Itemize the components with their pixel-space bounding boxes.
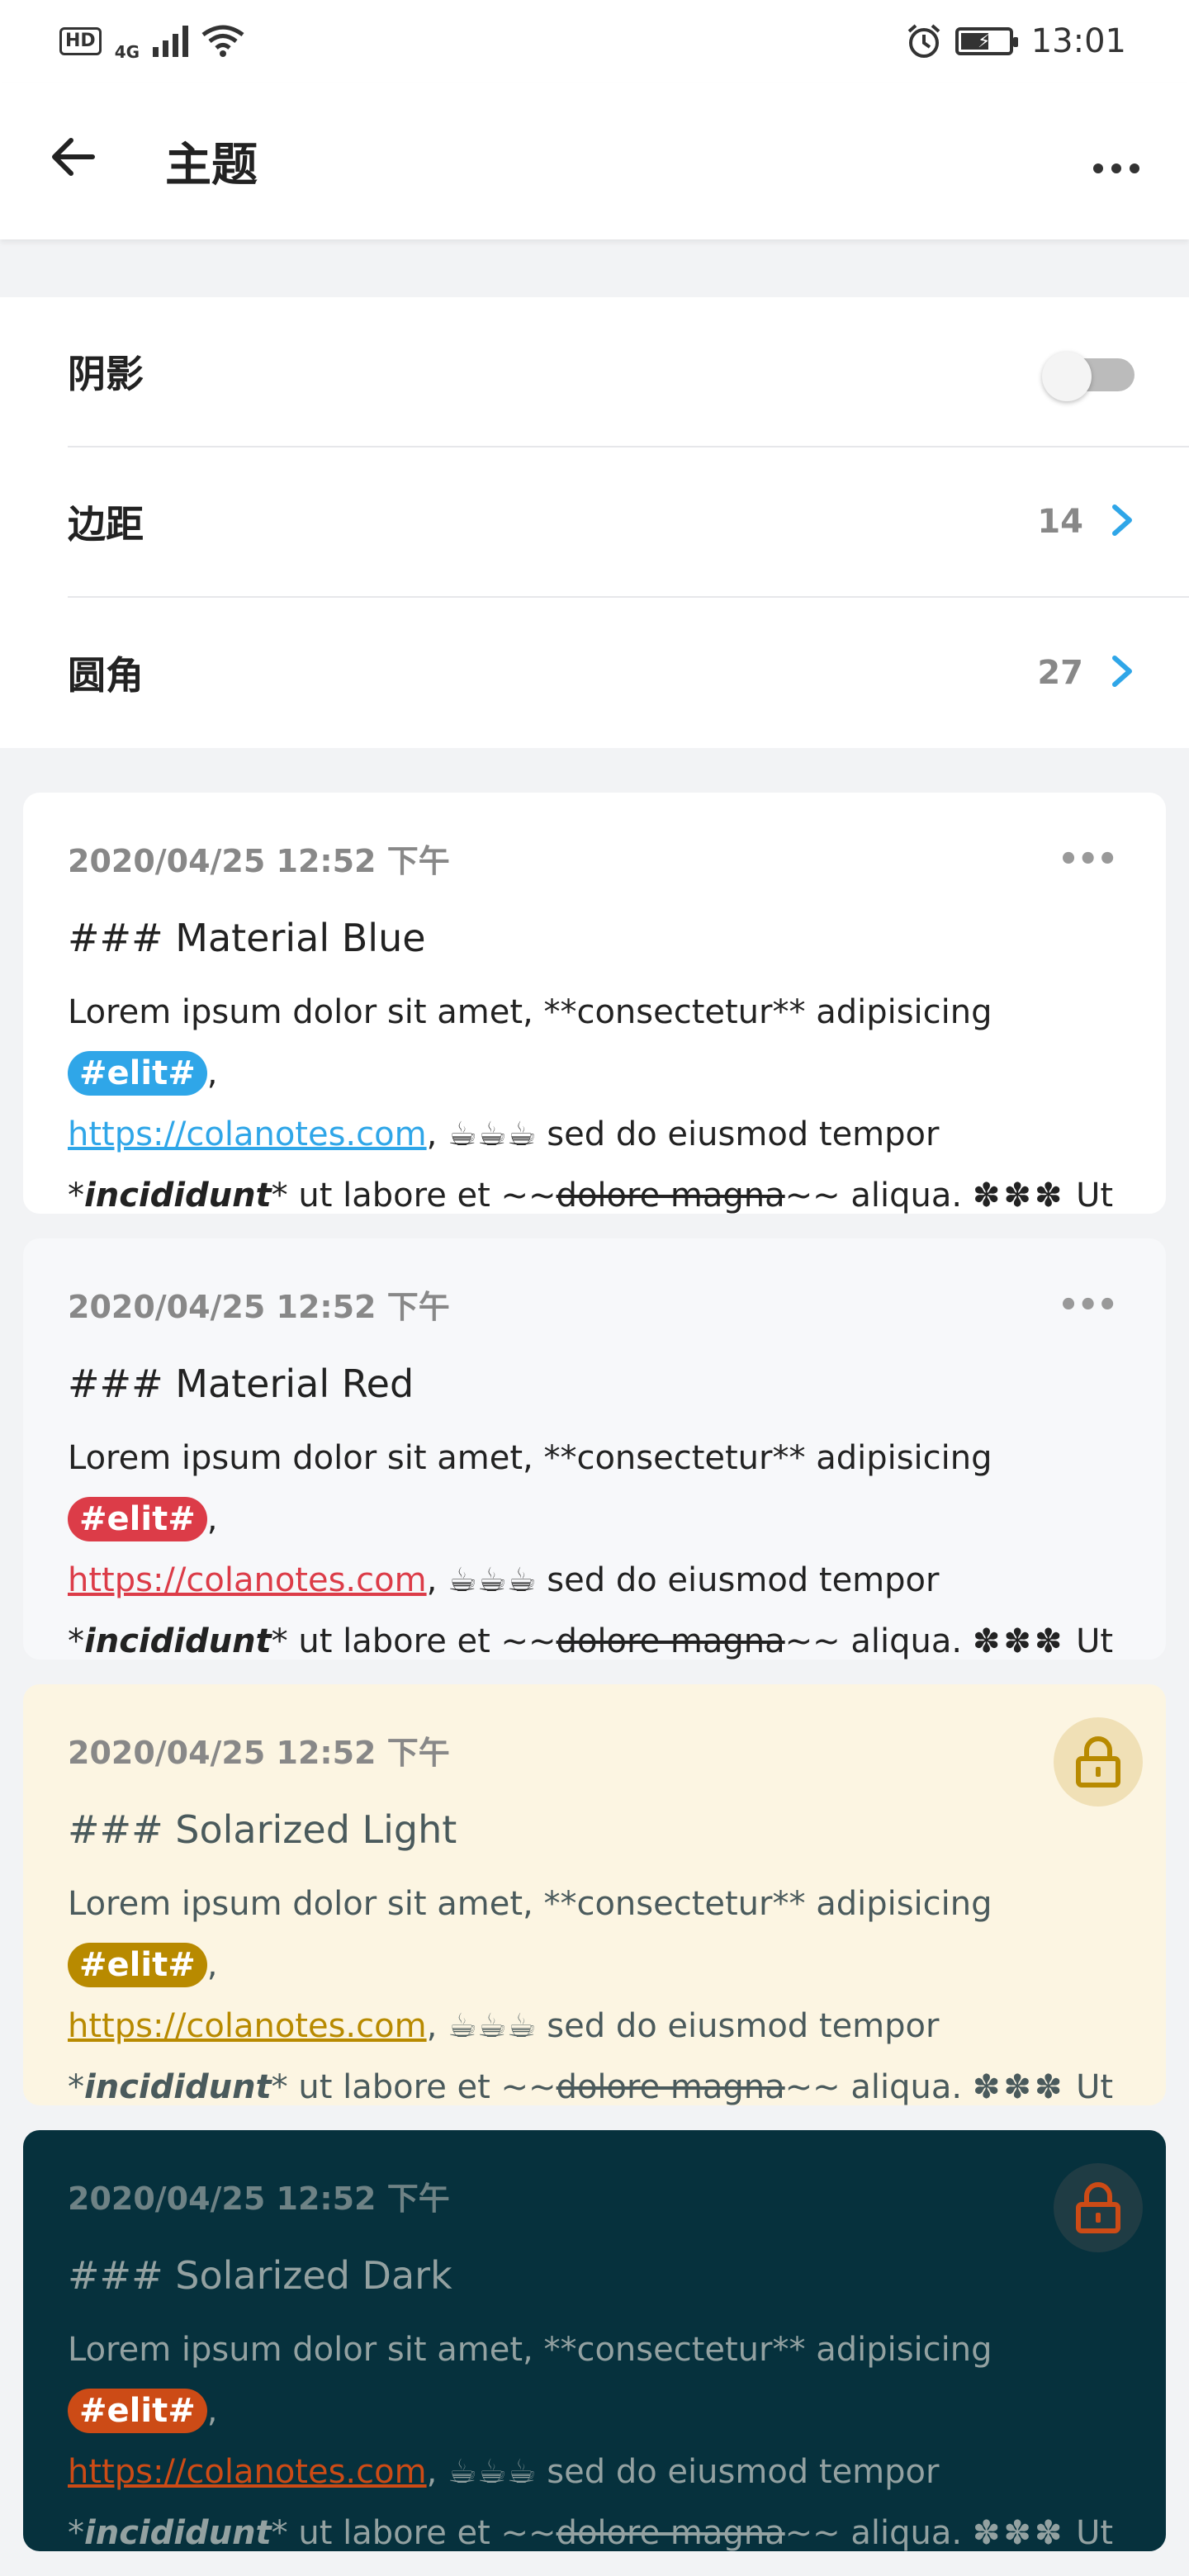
flower-icons: ✽✽✽ xyxy=(972,1177,1066,1214)
note-date: 2020/04/25 12:52 下午 xyxy=(68,1289,450,1325)
strikethrough-text: dolore magna xyxy=(556,2068,785,2105)
body-text: * xyxy=(68,2514,84,2551)
hd-indicator: HD xyxy=(59,27,102,55)
setting-margin-label: 边距 xyxy=(68,502,144,547)
setting-margin-value: 14 xyxy=(1037,503,1083,541)
battery-icon: ⚡ xyxy=(955,27,1018,55)
body-text: * xyxy=(68,1622,84,1660)
tag-badge[interactable]: #elit# xyxy=(68,1051,207,1096)
body-text: Lorem ipsum dolor sit amet, **consectetu… xyxy=(68,993,992,1031)
status-bar: HD 4G ⚡ 13:01 xyxy=(0,0,1189,83)
emphasis-text: incididunt xyxy=(84,2514,272,2551)
setting-shadow[interactable]: 阴影 xyxy=(68,297,1189,447)
body-text: Lorem ipsum dolor sit amet, **consectetu… xyxy=(68,2331,992,2369)
theme-card[interactable]: 2020/04/25 12:52 下午 ### Solarized Light … xyxy=(23,1684,1166,2105)
body-text: Ut xyxy=(1065,1622,1114,1660)
note-link[interactable]: https://colanotes.com xyxy=(68,2007,427,2045)
note-body: Lorem ipsum dolor sit amet, **consectetu… xyxy=(68,1428,1121,1660)
setting-radius-label: 圆角 xyxy=(68,653,144,698)
more-menu-icon[interactable] xyxy=(1092,135,1141,188)
settings-list: 阴影 边距 14 圆角 27 xyxy=(0,297,1189,748)
body-text: * ut labore et ~~ xyxy=(271,2068,557,2105)
signal-icon xyxy=(153,26,189,57)
body-text: , ☕☕☕ sed do eiusmod tempor xyxy=(426,1561,940,1599)
note-heading: ### Solarized Dark xyxy=(68,2253,452,2298)
body-text: * ut labore et ~~ xyxy=(271,1622,557,1660)
note-date: 2020/04/25 12:52 下午 xyxy=(68,2181,450,2217)
chevron-right-icon xyxy=(1110,650,1135,696)
note-heading: ### Material Red xyxy=(68,1361,414,1406)
clock: 13:01 xyxy=(1030,22,1126,60)
emphasis-text: incididunt xyxy=(84,2068,272,2105)
note-date: 2020/04/25 12:52 下午 xyxy=(68,1735,450,1771)
more-dots-icon[interactable]: ••• xyxy=(1058,841,1118,878)
body-text: * ut labore et ~~ xyxy=(271,2514,557,2551)
body-text: , xyxy=(206,1946,218,1984)
body-text: Ut xyxy=(1065,2068,1114,2105)
chevron-right-icon xyxy=(1110,499,1135,545)
theme-card[interactable]: 2020/04/25 12:52 下午 ### Solarized Dark L… xyxy=(23,2130,1166,2551)
tag-badge[interactable]: #elit# xyxy=(68,2389,207,2433)
flower-icons: ✽✽✽ xyxy=(972,2514,1066,2551)
strikethrough-text: dolore magna xyxy=(556,1177,785,1214)
network-type: 4G xyxy=(114,42,140,62)
note-link[interactable]: https://colanotes.com xyxy=(68,2453,427,2491)
body-text: ~~ aliqua. xyxy=(784,2068,973,2105)
body-text: , ☕☕☕ sed do eiusmod tempor xyxy=(426,2453,940,2491)
alarm-icon xyxy=(907,24,940,58)
lock-icon[interactable] xyxy=(1054,2163,1143,2252)
lock-icon[interactable] xyxy=(1054,1717,1143,1807)
back-arrow-icon[interactable] xyxy=(48,132,114,191)
theme-card[interactable]: 2020/04/25 12:52 下午 ••• ### Material Red… xyxy=(23,1238,1166,1660)
note-body: Lorem ipsum dolor sit amet, **consectetu… xyxy=(68,1873,1121,2105)
flower-icons: ✽✽✽ xyxy=(972,2068,1066,2105)
setting-margin[interactable]: 边距 14 xyxy=(68,447,1189,598)
body-text: , xyxy=(206,1054,218,1092)
setting-radius-value: 27 xyxy=(1037,654,1083,692)
tag-badge[interactable]: #elit# xyxy=(68,1943,207,1987)
body-text: , xyxy=(206,1500,218,1538)
body-text: * ut labore et ~~ xyxy=(271,1177,557,1214)
setting-radius[interactable]: 圆角 27 xyxy=(68,598,1189,748)
body-text: , ☕☕☕ sed do eiusmod tempor xyxy=(426,2007,940,2045)
emphasis-text: incididunt xyxy=(84,1622,272,1660)
note-link[interactable]: https://colanotes.com xyxy=(68,1561,427,1599)
body-text: Lorem ipsum dolor sit amet, **consectetu… xyxy=(68,1439,992,1477)
note-body: Lorem ipsum dolor sit amet, **consectetu… xyxy=(68,2319,1121,2551)
tag-badge[interactable]: #elit# xyxy=(68,1497,207,1541)
strikethrough-text: dolore magna xyxy=(556,1622,785,1660)
status-left: HD 4G xyxy=(59,22,244,60)
body-text: ~~ aliqua. xyxy=(784,1622,973,1660)
note-body: Lorem ipsum dolor sit amet, **consectetu… xyxy=(68,982,1121,1214)
note-date: 2020/04/25 12:52 下午 xyxy=(68,843,450,879)
status-right: ⚡ 13:01 xyxy=(906,22,1126,60)
note-heading: ### Material Blue xyxy=(68,916,426,960)
body-text: ~~ aliqua. xyxy=(784,2514,973,2551)
more-dots-icon[interactable]: ••• xyxy=(1058,1286,1118,1324)
note-heading: ### Solarized Light xyxy=(68,1807,457,1852)
body-text: Ut xyxy=(1065,1177,1114,1214)
body-text: ~~ aliqua. xyxy=(784,1177,973,1214)
body-text: * xyxy=(68,2068,84,2105)
body-text: * xyxy=(68,1177,84,1214)
body-text: , xyxy=(206,2392,218,2430)
setting-shadow-label: 阴影 xyxy=(68,352,144,396)
body-text: Ut xyxy=(1065,2514,1114,2551)
strikethrough-text: dolore magna xyxy=(556,2514,785,2551)
emphasis-text: incididunt xyxy=(84,1177,272,1214)
app-bar: 主题 xyxy=(0,83,1189,239)
page-title: 主题 xyxy=(165,138,258,192)
body-text: , ☕☕☕ sed do eiusmod tempor xyxy=(426,1115,940,1153)
note-link[interactable]: https://colanotes.com xyxy=(68,1115,427,1153)
shadow-toggle[interactable] xyxy=(1042,352,1135,401)
flower-icons: ✽✽✽ xyxy=(972,1622,1066,1660)
wifi-icon xyxy=(201,25,244,57)
body-text: Lorem ipsum dolor sit amet, **consectetu… xyxy=(68,1885,992,1923)
theme-card[interactable]: 2020/04/25 12:52 下午 ••• ### Material Blu… xyxy=(23,793,1166,1214)
